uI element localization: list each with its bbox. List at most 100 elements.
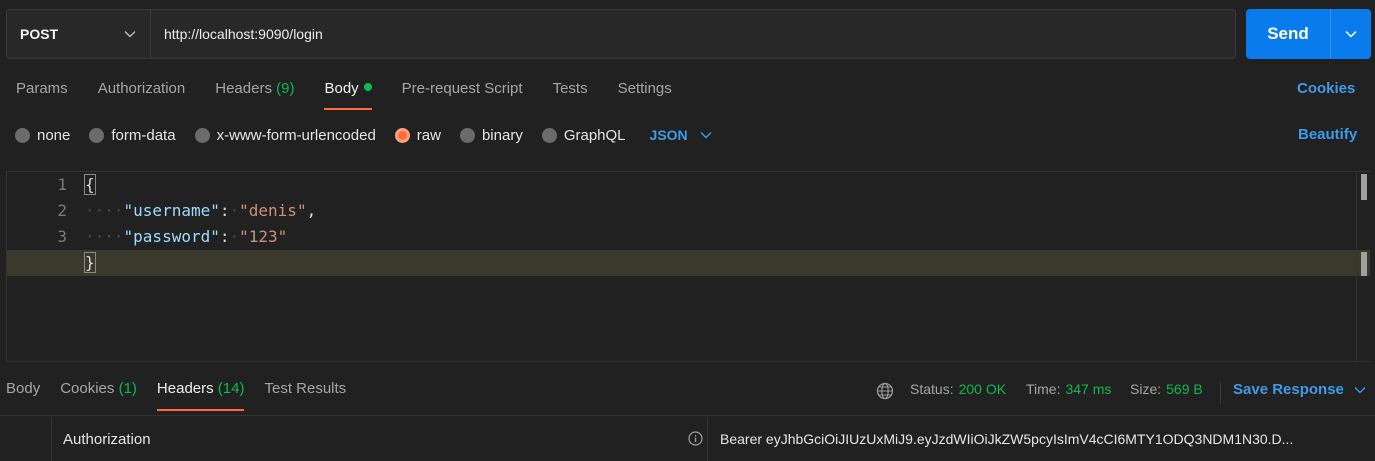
cookies-link[interactable]: Cookies [1297, 80, 1355, 97]
body-indicator-dot [363, 83, 372, 91]
response-tabs: Body Cookies (1) Headers (14) Test Resul… [6, 380, 366, 411]
url-input[interactable]: http://localhost:9090/login [151, 10, 1235, 58]
header-key: Authorization [63, 430, 151, 448]
body-code-editor[interactable]: 1 2 3 4 { ····"username":·"denis", ····"… [6, 171, 1370, 362]
header-value: Bearer eyJhbGciOiJIUzUxMiJ9.eyJzdWIiOiJk… [720, 431, 1294, 447]
beautify-link[interactable]: Beautify [1298, 126, 1357, 143]
indent-whitespace: ···· [85, 201, 124, 220]
json-value: "123" [239, 227, 288, 246]
tab-label: Test Results [264, 380, 347, 397]
header-value-cell: Bearer eyJhbGciOiJIUzUxMiJ9.eyJzdWIiOiJk… [720, 417, 1370, 461]
tab-params[interactable]: Params [16, 78, 68, 110]
response-tab-test-results[interactable]: Test Results [264, 380, 346, 411]
line-number: 2 [57, 201, 67, 220]
radio-none[interactable]: none [15, 127, 70, 144]
indent-whitespace: ···· [85, 227, 124, 246]
code-line: ····"username":·"denis", [85, 201, 317, 220]
response-time[interactable]: Time: 347 ms [1026, 381, 1111, 397]
chevron-down-icon [700, 132, 712, 139]
tab-headers[interactable]: Headers (9) [215, 78, 294, 110]
raw-format-select[interactable]: JSON [650, 127, 712, 143]
response-tab-body[interactable]: Body [6, 380, 40, 411]
code-line: ····"password":·"123" [85, 227, 288, 246]
json-value: "denis" [239, 201, 307, 220]
tab-label: Params [16, 80, 68, 97]
radio-label: form-data [111, 126, 176, 144]
code-line-current: } [7, 250, 1370, 276]
response-bar: Body Cookies (1) Headers (14) Test Resul… [0, 370, 1375, 416]
line-number: 1 [57, 175, 67, 194]
row-checkbox-cell [0, 417, 52, 461]
save-response-button[interactable]: Save Response [1233, 381, 1366, 398]
tab-settings[interactable]: Settings [618, 78, 672, 110]
tab-pre-request-script[interactable]: Pre-request Script [402, 78, 523, 110]
radio-circle-selected [394, 127, 410, 143]
radio-label: binary [481, 126, 523, 144]
header-key-cell: Authorization [53, 417, 708, 461]
request-tabs: Params Authorization Headers (9) Body Pr… [16, 78, 702, 110]
radio-circle [15, 127, 30, 143]
tab-authorization[interactable]: Authorization [98, 78, 186, 110]
radio-graphql[interactable]: GraphQL [541, 126, 626, 144]
radio-raw[interactable]: raw [394, 126, 441, 144]
send-button-group: Send [1246, 9, 1371, 59]
tab-count: (9) [276, 80, 295, 97]
radio-label: raw [416, 126, 441, 144]
tab-label: Headers [215, 80, 272, 97]
json-key: "password" [123, 227, 220, 246]
table-row: Authorization Bearer eyJhbGciOiJIUzUxMiJ… [0, 417, 1375, 461]
close-brace: } [84, 252, 96, 273]
open-brace: { [84, 174, 96, 195]
response-tab-headers[interactable]: Headers (14) [156, 380, 245, 411]
json-key: "username" [123, 201, 220, 220]
time-value: 347 ms [1065, 381, 1112, 397]
tab-label: Headers [156, 380, 214, 397]
tab-label: Body [6, 380, 41, 397]
tab-label: Cookies [60, 380, 115, 397]
info-icon[interactable] [688, 431, 703, 446]
tab-count: (1) [118, 380, 137, 397]
radio-label: GraphQL [563, 126, 626, 144]
response-size[interactable]: Size: 569 B [1130, 381, 1203, 397]
body-type-radios: none form-data x-www-form-urlencoded raw… [15, 124, 712, 146]
chevron-down-icon [124, 31, 136, 38]
time-label: Time: [1026, 381, 1061, 397]
radio-label: none [37, 126, 71, 144]
tab-count: (14) [217, 380, 245, 397]
raw-format-label: JSON [649, 127, 688, 143]
method-label: POST [20, 26, 59, 42]
tab-body[interactable]: Body [324, 78, 372, 110]
size-value: 569 B [1166, 381, 1203, 397]
request-url-bar: POST http://localhost:9090/login [6, 9, 1236, 59]
tab-label: Settings [617, 80, 672, 97]
tab-label: Authorization [97, 80, 186, 97]
response-status[interactable]: Status: 200 OK [910, 381, 1006, 397]
send-options-button[interactable] [1330, 9, 1371, 59]
radio-form-data[interactable]: form-data [89, 126, 176, 144]
status-value: 200 OK [958, 381, 1007, 397]
tab-tests[interactable]: Tests [553, 78, 588, 110]
response-tab-cookies[interactable]: Cookies (1) [60, 380, 137, 411]
method-select[interactable]: POST [7, 10, 151, 58]
radio-circle [541, 127, 557, 143]
whitespace: · [229, 201, 240, 220]
send-button[interactable]: Send [1246, 9, 1330, 59]
radio-binary[interactable]: binary [459, 126, 523, 144]
line-number: 3 [57, 227, 67, 246]
scrollbar-thumb[interactable] [1361, 174, 1367, 200]
code-line: { [84, 172, 1370, 198]
whitespace: · [229, 227, 240, 246]
radio-circle [194, 127, 210, 143]
tab-label: Tests [552, 80, 588, 97]
editor-scrollbar[interactable] [1356, 172, 1370, 361]
status-label: Status: [910, 381, 954, 397]
tab-label: Body [324, 80, 359, 97]
scrollbar-marker [1361, 252, 1367, 276]
radio-x-www-form-urlencoded[interactable]: x-www-form-urlencoded [194, 126, 376, 144]
globe-icon[interactable] [876, 382, 894, 400]
code-content[interactable]: { ····"username":·"denis", ····"password… [7, 172, 1370, 276]
radio-circle [89, 127, 105, 143]
chevron-down-icon [1354, 386, 1366, 393]
save-response-label: Save Response [1233, 381, 1344, 398]
radio-label: x-www-form-urlencoded [216, 126, 376, 144]
